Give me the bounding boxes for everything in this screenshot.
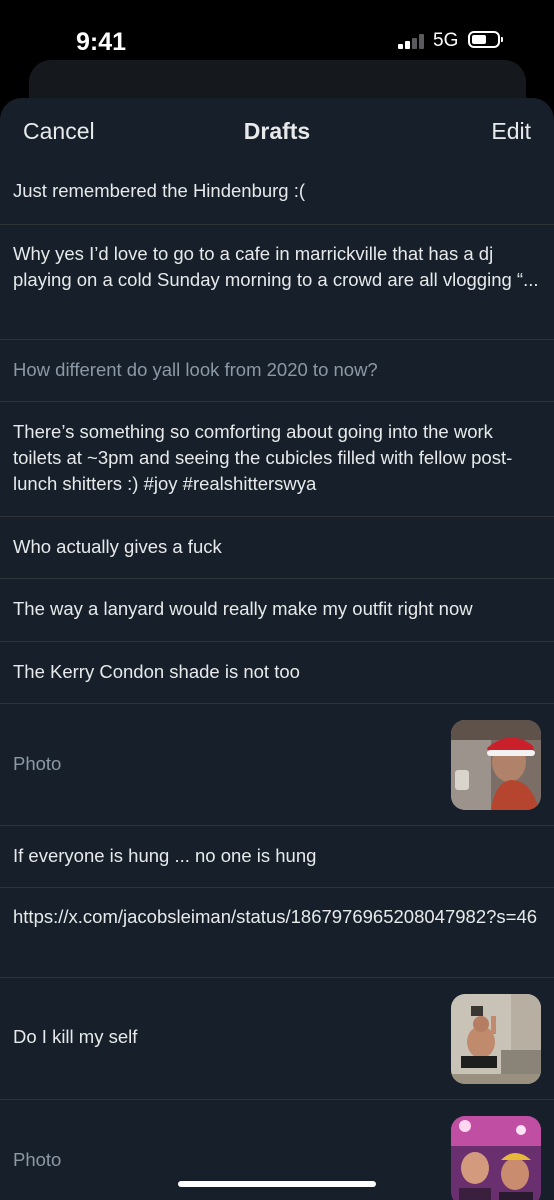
signal-icon bbox=[398, 33, 428, 49]
draft-item[interactable]: Why yes I’d love to go to a cafe in marr… bbox=[0, 225, 554, 340]
draft-text: How different do yall look from 2020 to … bbox=[13, 359, 378, 380]
draft-item[interactable]: Who actually gives a fuck bbox=[0, 517, 554, 579]
draft-item[interactable]: https://x.com/jacobsleiman/status/186797… bbox=[0, 888, 554, 978]
drafts-sheet: Cancel Drafts Edit Just remembered the H… bbox=[0, 98, 554, 1200]
draft-text: The Kerry Condon shade is not too bbox=[13, 661, 300, 682]
page-title: Drafts bbox=[243, 118, 311, 144]
draft-photo-thumbnail[interactable] bbox=[451, 1116, 541, 1200]
draft-item[interactable]: How different do yall look from 2020 to … bbox=[0, 340, 554, 402]
draft-text: Why yes I’d love to go to a cafe in marr… bbox=[13, 243, 539, 290]
status-time: 9:41 bbox=[76, 28, 127, 56]
draft-item[interactable]: Just remembered the Hindenburg :( bbox=[0, 164, 554, 225]
draft-text: If everyone is hung ... no one is hung bbox=[13, 845, 317, 866]
draft-text: Who actually gives a fuck bbox=[13, 536, 222, 557]
draft-photo-thumbnail[interactable] bbox=[451, 994, 541, 1084]
draft-text: https://x.com/jacobsleiman/status/186797… bbox=[13, 906, 538, 927]
edit-button[interactable]: Edit bbox=[491, 118, 531, 145]
nav-bar: Cancel Drafts Edit bbox=[0, 98, 554, 164]
draft-item[interactable]: Photo bbox=[0, 704, 554, 826]
draft-item[interactable]: The way a lanyard would really make my o… bbox=[0, 579, 554, 642]
draft-item[interactable]: Do I kill my self bbox=[0, 978, 554, 1100]
network-label: 5G bbox=[433, 30, 459, 51]
draft-item[interactable]: If everyone is hung ... no one is hung bbox=[0, 826, 554, 888]
draft-text: The way a lanyard would really make my o… bbox=[13, 598, 473, 619]
draft-item[interactable]: The Kerry Condon shade is not too bbox=[0, 642, 554, 704]
battery-icon bbox=[468, 31, 503, 48]
draft-photo-thumbnail[interactable] bbox=[451, 720, 541, 810]
draft-text: Just remembered the Hindenburg :( bbox=[13, 180, 306, 201]
draft-item[interactable]: There’s something so comforting about go… bbox=[0, 402, 554, 517]
home-indicator bbox=[178, 1181, 376, 1187]
draft-text: There’s something so comforting about go… bbox=[13, 421, 513, 494]
